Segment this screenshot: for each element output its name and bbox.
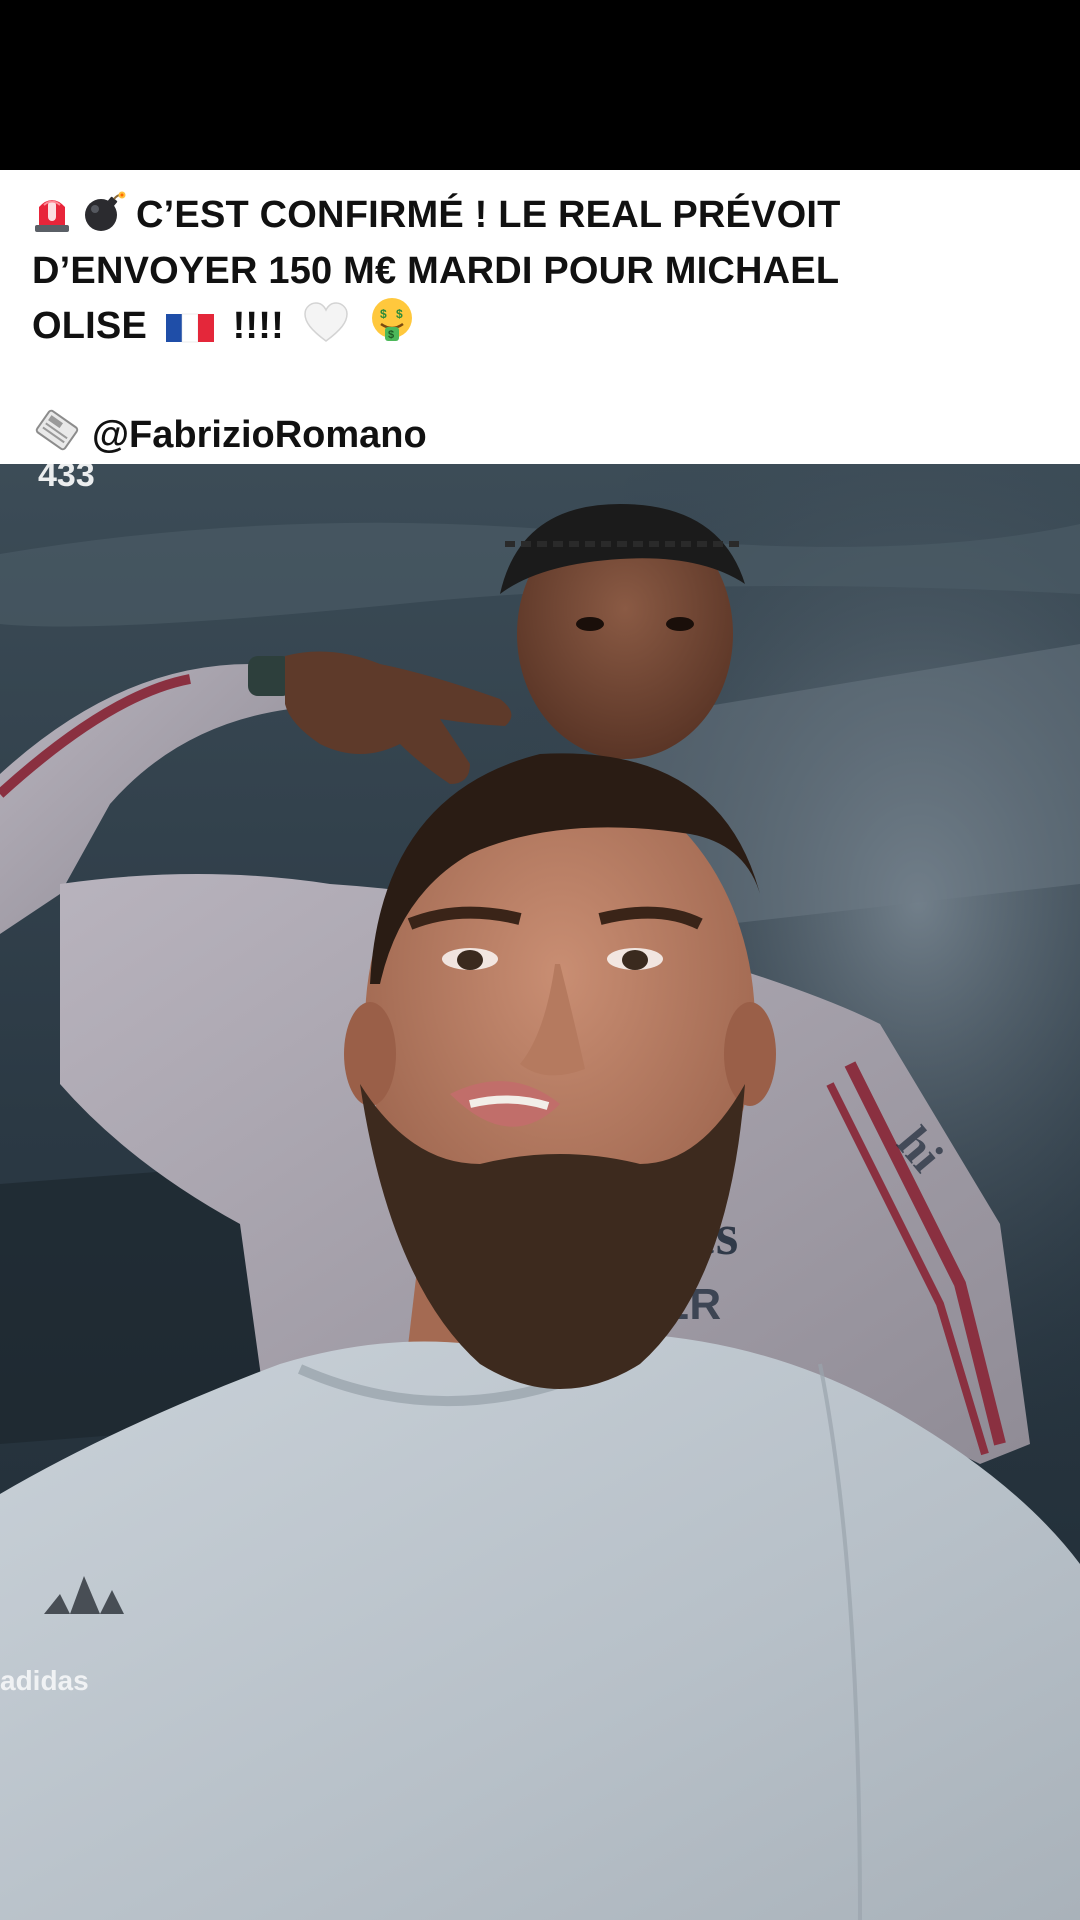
caption-exclamations: !!!! — [232, 305, 284, 347]
source-credit: @FabrizioRomano — [32, 407, 1048, 466]
svg-text:adidas: adidas — [0, 1665, 89, 1696]
france-flag-emoji — [165, 307, 214, 357]
white-heart-emoji — [303, 302, 349, 357]
svg-text:$: $ — [380, 307, 387, 321]
bomb-emoji — [82, 191, 126, 246]
top-black-bar — [0, 0, 1080, 170]
source-handle: @FabrizioRomano — [92, 414, 427, 456]
caption-line-1: C’EST CONFIRMÉ ! LE REAL PRÉVOIT — [32, 190, 1048, 246]
caption-text-line-1: C’EST CONFIRMÉ ! LE REAL PRÉVOIT — [136, 194, 841, 236]
svg-text:$: $ — [396, 307, 403, 321]
money-mouth-face-emoji: $ $ $ — [368, 296, 416, 357]
caption-line-2: D’ENVOYER 150 M€ MARDI POUR MICHAEL — [32, 246, 1048, 296]
433-watermark: 433 — [38, 464, 95, 494]
video-content[interactable]: 433 es ER hi — [0, 464, 1080, 1920]
caption-text-line-3: OLISE — [32, 305, 148, 347]
tiktok-video-frame[interactable]: C’EST CONFIRMÉ ! LE REAL PRÉVOIT D’ENVOY… — [0, 0, 1080, 1920]
caption-line-3: OLISE !!!! $ $ $ — [32, 296, 1048, 357]
svg-text:$: $ — [388, 329, 394, 341]
siren-emoji — [32, 191, 72, 246]
newspaper-emoji — [32, 407, 82, 466]
caption-text-line-2: D’ENVOYER 150 M€ MARDI POUR MICHAEL — [32, 250, 840, 292]
video-frame-illustration: 433 es ER hi — [0, 464, 1080, 1920]
caption-overlay: C’EST CONFIRMÉ ! LE REAL PRÉVOIT D’ENVOY… — [0, 170, 1080, 464]
